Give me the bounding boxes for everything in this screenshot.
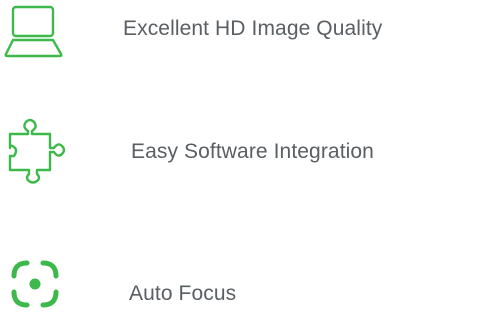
feature-label: Excellent HD Image Quality (123, 17, 383, 40)
puzzle-piece-icon (8, 118, 66, 184)
feature-item-software-integration: Easy Software Integration (0, 110, 489, 190)
feature-item-auto-focus: Auto Focus (0, 250, 489, 318)
feature-label: Easy Software Integration (131, 140, 374, 163)
feature-list: Excellent HD Image Quality Easy Software… (0, 0, 489, 318)
focus-target-icon (11, 260, 59, 308)
feature-label: Auto Focus (129, 282, 237, 305)
laptop-icon (4, 5, 63, 58)
feature-item-hd-image-quality: Excellent HD Image Quality (0, 0, 489, 80)
